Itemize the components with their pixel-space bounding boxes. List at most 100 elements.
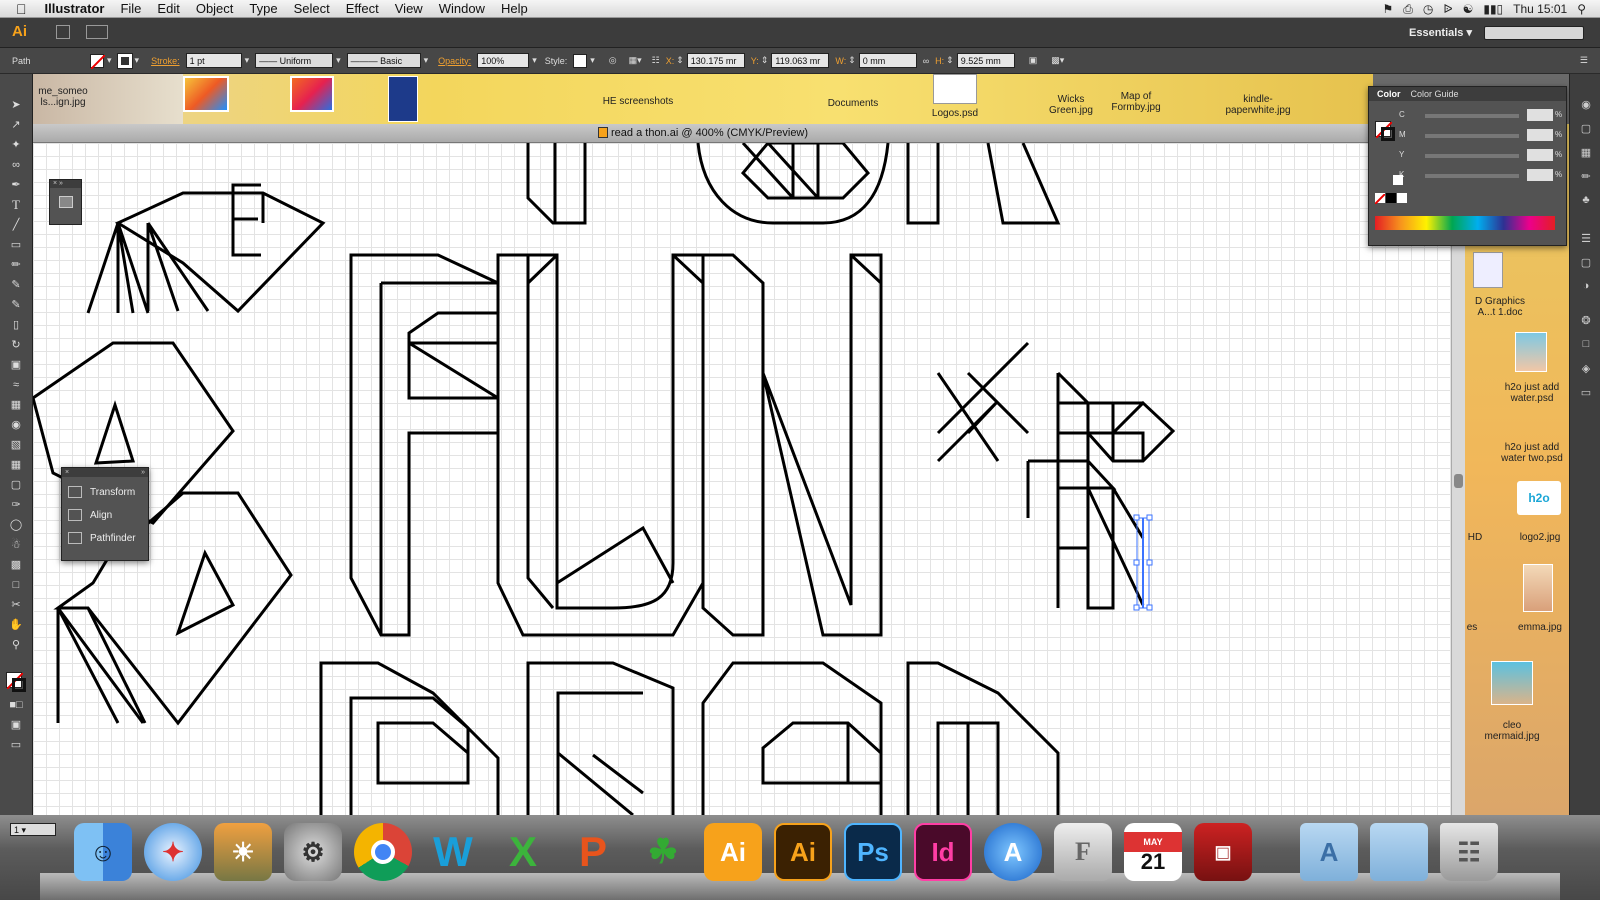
stroke-swatch[interactable]: ▾	[116, 52, 139, 69]
align-to-icon[interactable]: ▦▾	[629, 55, 642, 66]
pen-tool-icon[interactable]: ✒	[9, 178, 23, 192]
panel-header[interactable]: ×»	[62, 468, 148, 477]
symbols-icon[interactable]: ♣	[1578, 194, 1594, 208]
desktop-file-logo2[interactable]: logo2.jpg	[1515, 532, 1565, 543]
zoom-level-field[interactable]: 1 ▾	[10, 823, 56, 836]
dock-finder-icon[interactable]: ☺	[74, 823, 132, 881]
hand-tool-icon[interactable]: ✋	[9, 618, 23, 632]
wifi-icon[interactable]: ☯	[1463, 2, 1474, 16]
dock-trash-icon[interactable]: ☷	[1440, 823, 1498, 881]
stroke-color-icon[interactable]	[12, 678, 26, 692]
tab-color-guide[interactable]: Color Guide	[1411, 87, 1459, 101]
h2o-thumb-1[interactable]	[1515, 332, 1547, 372]
control-menu-icon[interactable]: ☰	[1580, 55, 1588, 66]
width-tool-icon[interactable]: ≈	[9, 378, 23, 392]
x-position-field[interactable]: 130.175 mr	[686, 53, 745, 68]
menu-select[interactable]: Select	[286, 0, 338, 18]
free-transform-icon[interactable]: ▦	[9, 398, 23, 412]
gradient-panel-icon[interactable]: ▢	[1578, 256, 1594, 270]
channel-y-field[interactable]	[1527, 149, 1553, 161]
floating-mini-panel[interactable]: × »	[49, 179, 82, 225]
stroke-label[interactable]: Stroke:	[151, 56, 180, 66]
last-color-swatch[interactable]	[1393, 175, 1403, 185]
opacity-label[interactable]: Opacity:	[438, 56, 471, 66]
black-swatch[interactable]	[1386, 193, 1396, 203]
line-segment-tool-icon[interactable]: ╱	[9, 218, 23, 232]
height-field[interactable]: 9.525 mm	[956, 53, 1015, 68]
graphic-style-swatch[interactable]	[573, 53, 588, 68]
dock-app-store-icon[interactable]: A	[984, 823, 1042, 881]
scale-icon[interactable]: ▣	[9, 358, 23, 372]
y-position-field[interactable]: 119.063 mr	[771, 53, 830, 68]
dock-excel-icon[interactable]: X	[494, 823, 552, 881]
rectangle-tool-icon[interactable]: ▭	[9, 238, 23, 252]
layers-icon[interactable]: ◈	[1578, 362, 1594, 376]
transform-panel-button[interactable]: Transform	[68, 486, 135, 498]
dock-safari-icon[interactable]: ✦	[144, 823, 202, 881]
desktop-file-me-someo[interactable]: me_someo ls...ign.jpg	[33, 86, 93, 108]
links-icon[interactable]: ▭	[1578, 386, 1594, 400]
battery-icon[interactable]: ▮▮▯	[1483, 2, 1503, 16]
bluetooth-icon[interactable]: ᐉ	[1443, 2, 1452, 16]
desktop-file-emma[interactable]: emma.jpg	[1515, 622, 1565, 633]
help-search-input[interactable]	[1484, 26, 1584, 40]
width-field[interactable]: 0 mm	[858, 53, 917, 68]
desktop-es-label[interactable]: es	[1465, 622, 1479, 633]
mesh-tool-icon[interactable]: ▦	[9, 458, 23, 472]
dock-photoshop-icon[interactable]: Ps	[844, 823, 902, 881]
pathfinder-panel-button[interactable]: Pathfinder	[68, 532, 136, 544]
desktop-file-d-graphics[interactable]: D Graphics A...t 1.doc	[1465, 296, 1535, 318]
dock-illustrator-cs6-icon[interactable]: Ai	[774, 823, 832, 881]
recolor-artwork-icon[interactable]: ◎	[609, 55, 617, 66]
channel-m-field[interactable]	[1527, 129, 1553, 141]
eraser-icon[interactable]: ▯	[9, 318, 23, 332]
artboard-icon[interactable]	[59, 196, 73, 208]
channel-k-field[interactable]	[1527, 169, 1553, 181]
menu-edit[interactable]: Edit	[149, 0, 187, 18]
bridge-icon[interactable]	[56, 25, 70, 39]
dock-applications-folder-icon[interactable]: A	[1300, 823, 1358, 881]
time-machine-icon[interactable]: ◷	[1423, 2, 1433, 16]
opacity-field[interactable]: 100%	[477, 53, 530, 68]
desktop-file-cleo-mermaid[interactable]: cleo mermaid.jpg	[1475, 720, 1549, 742]
blend-tool-icon[interactable]: ◯	[9, 518, 23, 532]
arrange-documents-icon[interactable]	[86, 25, 108, 39]
dock-iphoto-icon[interactable]: ☀	[214, 823, 272, 881]
menu-object[interactable]: Object	[188, 0, 242, 18]
variable-width-profile[interactable]: —— Uniform	[255, 53, 334, 68]
document-tab[interactable]: read a thon.ai @ 400% (CMYK/Preview)	[33, 124, 1373, 143]
dock-calendar-icon[interactable]: MAY 21	[1124, 823, 1182, 881]
isolate-icon[interactable]: ▩▾	[1051, 55, 1064, 66]
desktop-file-map-of-formby[interactable]: Map of Formby.jpg	[1101, 91, 1171, 113]
graph-tool-icon[interactable]: ▩	[9, 558, 23, 572]
dock-frogger-icon[interactable]: ☘	[634, 823, 692, 881]
dock-font-book-icon[interactable]: F	[1054, 823, 1112, 881]
swatches-icon[interactable]: ▦	[1578, 146, 1594, 160]
rotate-icon[interactable]: ↻	[9, 338, 23, 352]
scrollbar-thumb[interactable]	[1454, 474, 1463, 488]
cleo-mermaid-thumb[interactable]	[1491, 661, 1533, 705]
desktop-file-logos-psd[interactable]: Logos.psd	[923, 108, 987, 119]
graphic-styles-icon[interactable]: ▢	[1578, 122, 1594, 136]
workspace-switcher[interactable]: Essentials ▾	[1409, 26, 1472, 39]
desktop-file-h2o-just-add-water-two[interactable]: h2o just add water two.psd	[1495, 442, 1569, 464]
artboard-tool-icon[interactable]: □	[9, 578, 23, 592]
artboard-canvas[interactable]	[33, 143, 1451, 815]
desktop-file-wicks-green[interactable]: Wicks Green.jpg	[1043, 94, 1099, 116]
constrain-proportions-icon[interactable]: ∞	[923, 56, 929, 66]
selected-path[interactable]	[1133, 514, 1153, 611]
stroke-weight-field[interactable]: 1 pt	[185, 53, 242, 68]
perspective-grid-icon[interactable]: ▧	[9, 438, 23, 452]
channel-m-slider[interactable]	[1425, 134, 1519, 138]
channel-y-slider[interactable]	[1425, 154, 1519, 158]
lasso-icon[interactable]: ∞	[9, 158, 23, 172]
menu-effect[interactable]: Effect	[338, 0, 387, 18]
slice-tool-icon[interactable]: ✂	[9, 598, 23, 612]
tab-color[interactable]: Color	[1377, 87, 1401, 101]
channel-k-slider[interactable]	[1425, 174, 1519, 178]
h2o-logo-thumb[interactable]: h2o	[1517, 481, 1561, 515]
notification-icon[interactable]: ⚑	[1382, 2, 1393, 16]
apple-icon[interactable]: 	[0, 0, 37, 18]
brush-definition[interactable]: ——— Basic	[346, 53, 421, 68]
desktop-file-kindle-paperwhite[interactable]: kindle-paperwhite.jpg	[1213, 94, 1303, 116]
